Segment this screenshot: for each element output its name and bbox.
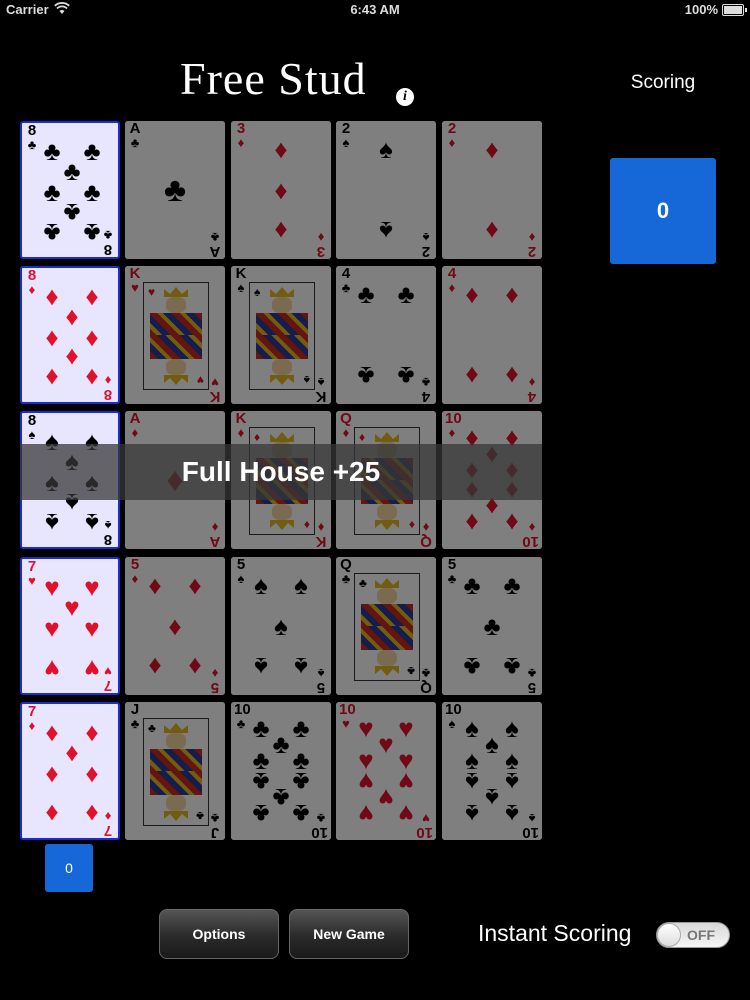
card-index: 7 ♥: [25, 559, 39, 588]
heart-icon: ♥: [28, 573, 36, 588]
battery-icon: [722, 4, 747, 16]
diamond-icon: ♦: [28, 718, 36, 733]
heart-icon: ♥: [84, 613, 100, 643]
card-3-of-diamonds[interactable]: 3♦3♦♦♦♦: [231, 121, 331, 259]
card-4-of-diamonds[interactable]: 4♦4♦♦♦♦♦: [442, 266, 542, 404]
total-score: 0: [610, 158, 716, 264]
card-dim-overlay: [336, 557, 436, 695]
card-rank: 8: [103, 531, 113, 548]
diamond-icon: ♦: [85, 799, 99, 829]
card-8-of-clubs[interactable]: 8 ♣ 8 ♣ ♣ ♣ ♣ ♣ ♣ ♣ ♣ ♣: [20, 121, 120, 259]
card-2-of-spades[interactable]: 2♠2♠♠♠: [336, 121, 436, 259]
card-8-of-diamonds[interactable]: 8 ♦ 8 ♦ ♦ ♦ ♦ ♦ ♦ ♦ ♦ ♦: [20, 266, 120, 404]
spade-icon: ♠: [28, 427, 36, 442]
club-icon: ♣: [43, 218, 61, 248]
hand-result-banner: Full House +25: [20, 444, 542, 500]
diamond-icon: ♦: [45, 799, 59, 829]
card-dim-overlay: [231, 702, 331, 840]
card-index: 8 ♠: [25, 413, 39, 442]
card-dim-overlay: [442, 121, 542, 259]
card-dim-overlay: [231, 121, 331, 259]
clock: 6:43 AM: [350, 2, 400, 17]
info-icon[interactable]: i: [396, 88, 414, 106]
card-rank: 8: [103, 386, 113, 403]
status-bar: Carrier 6:43 AM 100%: [0, 0, 750, 20]
card-k-of-spades[interactable]: K♠K♠♠♠: [231, 266, 331, 404]
instant-scoring-label: Instant Scoring: [478, 920, 632, 946]
heart-icon: ♥: [44, 613, 60, 643]
card-5-of-diamonds[interactable]: 5♦5♦♦♦♦♦♦: [125, 557, 225, 695]
battery-percent: 100%: [684, 2, 718, 17]
card-dim-overlay: [125, 121, 225, 259]
hand-result-text: Full House +25: [181, 456, 381, 487]
app-title: Free Stud: [180, 53, 367, 104]
card-a-of-clubs[interactable]: A♣A♣♣: [125, 121, 225, 259]
card-10-of-spades[interactable]: 10♠10♠♠♠♠♠♠♠♠♠♠♠: [442, 702, 542, 840]
card-dim-overlay: [125, 557, 225, 695]
card-index: 7 ♦: [25, 704, 39, 733]
diamond-icon: ♦: [85, 758, 99, 788]
column-score: 0: [45, 844, 93, 892]
card-7-of-hearts[interactable]: 7 ♥ 7 ♥ ♥ ♥ ♥ ♥ ♥ ♥ ♥: [20, 557, 120, 695]
card-4-of-clubs[interactable]: 4♣4♣♣♣♣♣: [336, 266, 436, 404]
toggle-knob: [657, 923, 681, 947]
diamond-icon: ♦: [45, 363, 59, 393]
diamond-icon: ♦: [85, 363, 99, 393]
card-rank: 7: [103, 822, 113, 839]
card-rank: 8: [103, 241, 113, 258]
card-5-of-clubs[interactable]: 5♣5♣♣♣♣♣♣: [442, 557, 542, 695]
card-rank: 7: [103, 677, 113, 694]
card-dim-overlay: [442, 266, 542, 404]
options-button[interactable]: Options: [159, 909, 279, 959]
card-10-of-hearts[interactable]: 10♥10♥♥♥♥♥♥♥♥♥♥♥: [336, 702, 436, 840]
card-10-of-clubs[interactable]: 10♣10♣♣♣♣♣♣♣♣♣♣♣: [231, 702, 331, 840]
card-dim-overlay: [336, 266, 436, 404]
card-dim-overlay: [125, 702, 225, 840]
card-index: 8 ♦: [25, 268, 39, 297]
toggle-state: OFF: [687, 927, 715, 943]
card-dim-overlay: [231, 266, 331, 404]
spade-icon: ♠: [45, 508, 59, 538]
diamond-icon: ♦: [45, 758, 59, 788]
card-dim-overlay: [125, 266, 225, 404]
card-5-of-spades[interactable]: 5♠5♠♠♠♠♠♠: [231, 557, 331, 695]
card-dim-overlay: [336, 702, 436, 840]
card-dim-overlay: [231, 557, 331, 695]
diamond-icon: ♦: [28, 282, 36, 297]
card-7-of-diamonds[interactable]: 7 ♦ 7 ♦ ♦ ♦ ♦ ♦ ♦ ♦ ♦: [20, 702, 120, 840]
scoring-button[interactable]: Scoring: [610, 72, 716, 94]
spade-icon: ♠: [85, 508, 99, 538]
card-q-of-clubs[interactable]: Q♣Q♣♣♣: [336, 557, 436, 695]
club-icon: ♣: [83, 218, 101, 248]
card-dim-overlay: [442, 702, 542, 840]
card-index: 8 ♣: [25, 123, 39, 152]
card-dim-overlay: [336, 121, 436, 259]
card-2-of-diamonds[interactable]: 2♦2♦♦♦: [442, 121, 542, 259]
new-game-button[interactable]: New Game: [289, 909, 409, 959]
card-dim-overlay: [442, 557, 542, 695]
card-j-of-clubs[interactable]: J♣J♣♣♣: [125, 702, 225, 840]
heart-icon: ♥: [44, 654, 60, 684]
club-icon: ♣: [27, 137, 37, 152]
instant-scoring-toggle[interactable]: OFF: [656, 922, 730, 948]
heart-icon: ♥: [84, 654, 100, 684]
card-k-of-hearts[interactable]: K♥K♥♥♥: [125, 266, 225, 404]
